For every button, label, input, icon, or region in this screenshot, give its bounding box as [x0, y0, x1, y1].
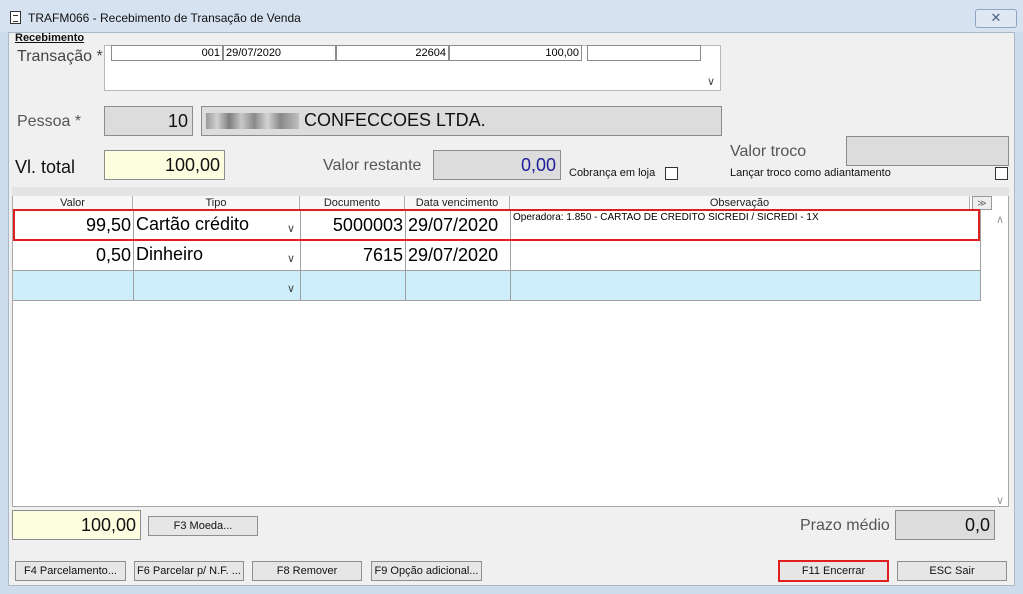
transacao-label: Transação *: [17, 48, 103, 65]
scroll-down-icon[interactable]: ∨: [707, 75, 715, 88]
pessoa-nome: CONFECCOES LTDA.: [304, 110, 486, 130]
grid-top-band: [12, 187, 1009, 196]
prazo-medio-label: Prazo médio: [800, 517, 890, 534]
close-button[interactable]: ✕: [975, 9, 1017, 28]
remover-button[interactable]: F8 Remover: [252, 561, 362, 581]
header-documento[interactable]: Documento: [300, 196, 405, 210]
document-icon: [10, 11, 21, 24]
header-valor[interactable]: Valor: [13, 196, 133, 210]
footer-total-field: 100,00: [12, 510, 141, 540]
parcelar-nf-button[interactable]: F6 Parcelar p/ N.F. ...: [134, 561, 244, 581]
cobranca-checkbox[interactable]: [665, 167, 678, 180]
pessoa-codigo[interactable]: 10: [104, 106, 193, 136]
section-title: Recebimento: [15, 32, 85, 44]
window-title: TRAFM066 - Recebimento de Transação de V…: [28, 11, 301, 25]
row1-highlight: [13, 209, 980, 241]
row3-tipo[interactable]: [134, 271, 301, 301]
header-tipo[interactable]: Tipo: [133, 196, 300, 210]
row3-observacao[interactable]: [511, 271, 981, 301]
row2-tipo-dropdown-icon[interactable]: ∨: [287, 252, 295, 265]
row2-observacao[interactable]: [511, 241, 981, 271]
valor-restante-label: Valor restante: [323, 157, 422, 174]
header-data-vencimento[interactable]: Data vencimento: [405, 196, 510, 210]
opcao-adicional-button[interactable]: F9 Opção adicional...: [371, 561, 482, 581]
column-settings-icon[interactable]: ≫: [972, 196, 992, 210]
row2-data[interactable]: 29/07/2020: [406, 241, 511, 271]
row3-tipo-dropdown-icon[interactable]: ∨: [287, 282, 295, 295]
pessoa-label: Pessoa *: [17, 113, 82, 130]
lancar-troco-checkbox[interactable]: [995, 167, 1008, 180]
transacao-data: 29/07/2020: [223, 45, 336, 61]
row2-documento[interactable]: 7615: [301, 241, 406, 271]
vl-total-label: Vl. total: [15, 157, 76, 177]
grid-scroll-up-icon[interactable]: ∧: [996, 213, 1004, 226]
valor-troco-field: [846, 136, 1009, 166]
valor-restante-field: 0,00: [433, 150, 561, 180]
transacao-codigo: 001: [111, 45, 223, 61]
cobranca-label: Cobrança em loja: [569, 167, 656, 179]
transacao-valor: 100,00: [449, 45, 582, 61]
vl-total-input[interactable]: 100,00: [104, 150, 225, 180]
row3-documento[interactable]: [301, 271, 406, 301]
parcelamento-button[interactable]: F4 Parcelamento...: [15, 561, 126, 581]
lancar-troco-label: Lançar troco como adiantamento: [730, 167, 891, 179]
header-observacao[interactable]: Observação: [510, 196, 970, 210]
transacao-extra: [587, 45, 701, 61]
moeda-button[interactable]: F3 Moeda...: [148, 516, 258, 536]
grid-scroll-down-icon[interactable]: ∨: [996, 494, 1004, 507]
row2-tipo[interactable]: Dinheiro: [134, 241, 301, 271]
row3-valor[interactable]: [13, 271, 134, 301]
prazo-medio-field: 0,0: [895, 510, 995, 540]
sair-button[interactable]: ESC Sair: [897, 561, 1007, 581]
redacted-name-block: [206, 113, 299, 129]
transacao-numero: 22604: [336, 45, 449, 61]
row2-valor[interactable]: 0,50: [13, 241, 134, 271]
row3-data[interactable]: [406, 271, 511, 301]
encerrar-button[interactable]: F11 Encerrar: [778, 560, 889, 582]
valor-troco-label: Valor troco: [730, 143, 807, 160]
